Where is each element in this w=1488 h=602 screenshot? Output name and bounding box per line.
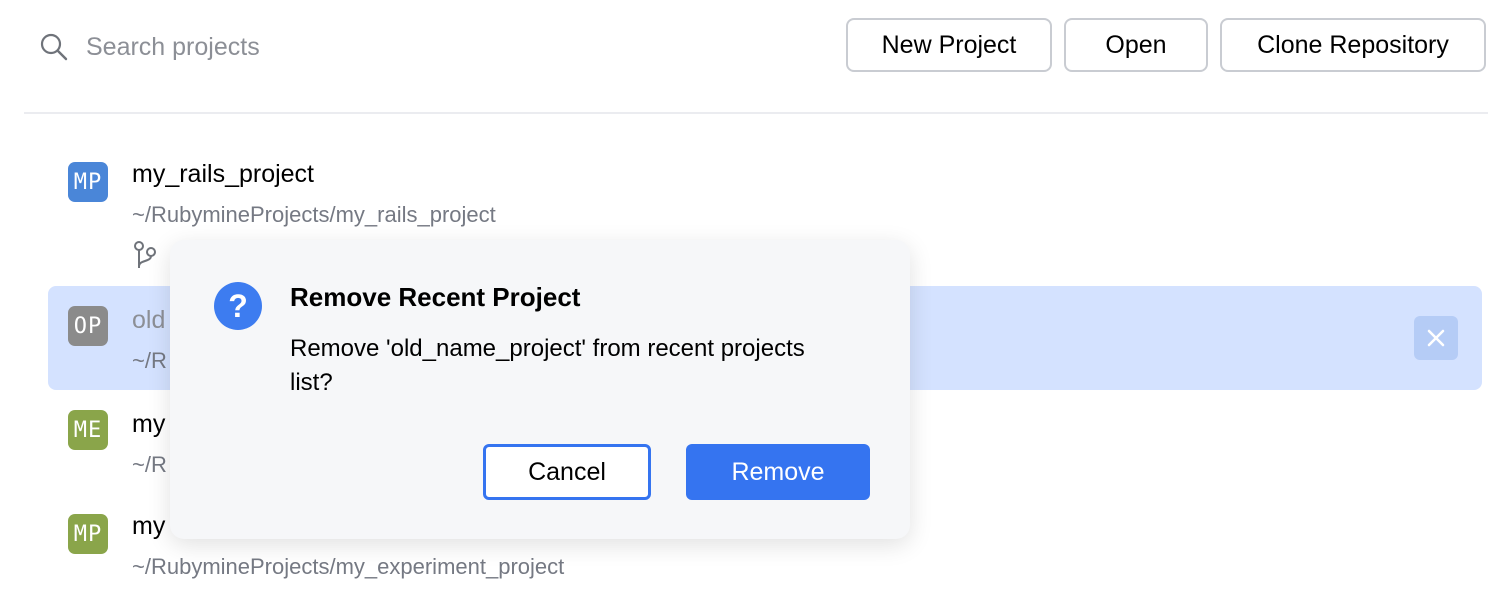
clone-repository-button[interactable]: Clone Repository	[1220, 18, 1486, 72]
remove-button[interactable]: Remove	[686, 444, 870, 500]
new-project-button[interactable]: New Project	[846, 18, 1052, 72]
project-name: my	[132, 410, 166, 438]
project-path: ~/R	[132, 348, 167, 373]
search-input[interactable]: Search projects	[86, 30, 260, 64]
search-icon	[40, 33, 68, 61]
divider	[24, 112, 1488, 114]
project-name: my_rails_project	[132, 160, 315, 188]
project-path: ~/RubymineProjects/my_rails_project	[132, 202, 496, 227]
dialog-message: Remove 'old_name_project' from recent pr…	[290, 335, 805, 396]
dialog-title: Remove Recent Project	[290, 282, 581, 312]
remove-project-button[interactable]	[1414, 316, 1458, 360]
cancel-button[interactable]: Cancel	[483, 444, 651, 500]
avatar: MP	[68, 514, 108, 554]
remove-project-dialog: ? Remove Recent Project Remove 'old_name…	[170, 240, 910, 539]
project-path: ~/R	[132, 452, 167, 477]
avatar: MP	[68, 162, 108, 202]
avatar: ME	[68, 410, 108, 450]
project-name: old	[132, 306, 166, 334]
project-name: my	[132, 512, 166, 540]
open-button[interactable]: Open	[1064, 18, 1208, 72]
branch-icon	[134, 241, 156, 268]
project-path: ~/RubymineProjects/my_experiment_project	[132, 554, 565, 579]
close-icon	[1427, 329, 1445, 347]
avatar: OP	[68, 306, 108, 346]
question-icon: ?	[214, 282, 262, 330]
